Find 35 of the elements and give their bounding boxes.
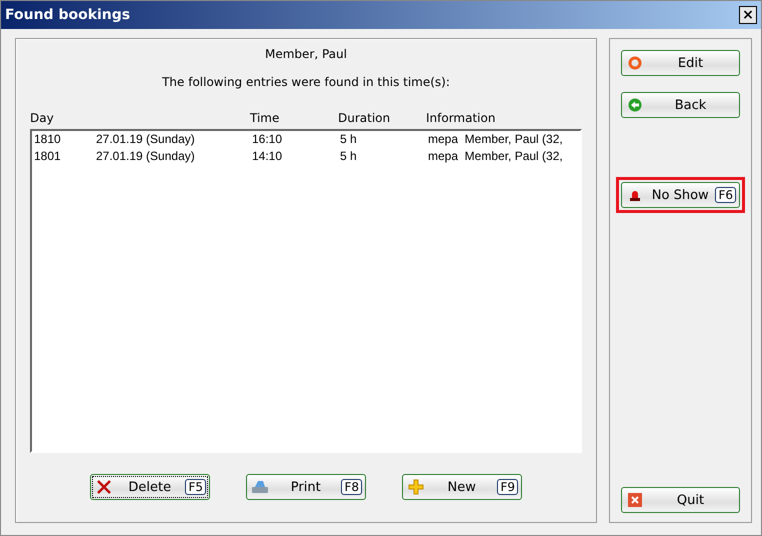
table-cell-text: mepa Member, Paul (32, bbox=[428, 132, 564, 148]
print-button[interactable]: Print F8 bbox=[246, 474, 366, 500]
table-cell-text: 27.01.19 (Sunday) bbox=[96, 132, 196, 148]
close-icon bbox=[628, 493, 642, 507]
new-button[interactable]: New F9 bbox=[402, 474, 522, 500]
siren-icon bbox=[629, 189, 641, 201]
table-cell-text: 1810 bbox=[34, 132, 62, 148]
back-button[interactable]: Back bbox=[621, 92, 740, 118]
no-show-button[interactable]: No Show F6 bbox=[621, 182, 740, 208]
table-cell-text: mepa Member, Paul (32, bbox=[428, 149, 564, 165]
shortcut-key: F5 bbox=[185, 479, 206, 495]
close-button[interactable]: × bbox=[739, 6, 757, 24]
table-cell-text: 16:10 bbox=[252, 132, 284, 148]
column-header: Day bbox=[30, 111, 55, 125]
member-name: Member, Paul bbox=[265, 47, 347, 61]
result-message: The following entries were found in this time(s): bbox=[162, 75, 450, 89]
quit-button[interactable]: Quit bbox=[621, 487, 740, 513]
table-cell-text: 1801 bbox=[34, 149, 62, 165]
table-cell-text: 27.01.19 (Sunday) bbox=[96, 149, 196, 165]
table-cell-text: 14:10 bbox=[252, 149, 284, 165]
cross-icon bbox=[96, 479, 112, 495]
table-cell-text: 5 h bbox=[340, 149, 358, 165]
plus-icon bbox=[408, 479, 424, 495]
table-cell-text: 5 h bbox=[340, 132, 358, 148]
delete-button[interactable]: Delete F5 bbox=[90, 474, 210, 500]
column-header: Time bbox=[250, 111, 280, 125]
printer-icon bbox=[251, 479, 269, 495]
shortcut-key: F9 bbox=[497, 479, 518, 495]
column-header: Information bbox=[426, 111, 496, 125]
shortcut-key: F8 bbox=[341, 479, 362, 495]
column-header: Duration bbox=[338, 111, 392, 125]
shortcut-key: F6 bbox=[715, 187, 736, 203]
edit-button[interactable]: Edit bbox=[621, 50, 740, 76]
ring-icon bbox=[628, 56, 642, 70]
window-title: Found bookings bbox=[5, 7, 130, 23]
